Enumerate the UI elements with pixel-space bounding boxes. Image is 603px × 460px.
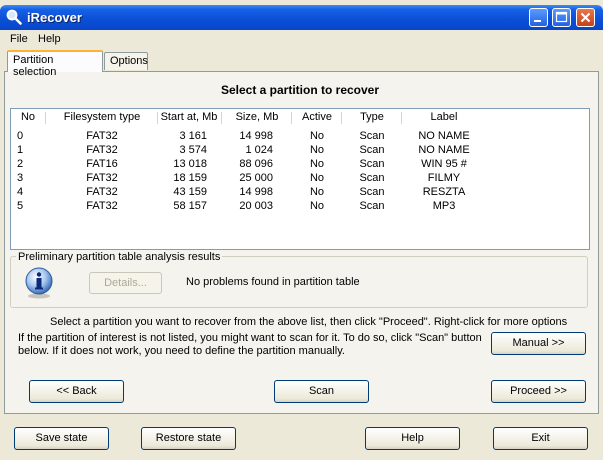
column-header-type[interactable]: Type xyxy=(343,109,401,126)
table-row[interactable]: 2 FAT16 13 018 88 096 No Scan WIN 95 # xyxy=(11,157,589,171)
column-header-filesystem[interactable]: Filesystem type xyxy=(47,109,157,126)
magnifier-icon xyxy=(6,9,22,25)
minimize-button[interactable] xyxy=(529,8,548,27)
maximize-icon xyxy=(555,11,568,23)
exit-button[interactable]: Exit xyxy=(493,427,588,450)
cell-label: WIN 95 # xyxy=(421,158,467,170)
column-separator xyxy=(157,112,158,124)
cell-size: 25 000 xyxy=(239,172,273,184)
cell-filesystem: FAT32 xyxy=(86,144,118,156)
column-separator xyxy=(45,112,46,124)
cell-label: RESZTA xyxy=(422,186,466,198)
help-button[interactable]: Help xyxy=(365,427,460,450)
panel-heading: Select a partition to recover xyxy=(220,83,380,97)
column-separator xyxy=(401,112,402,124)
title-bar[interactable]: iRecover xyxy=(0,5,603,30)
cell-active: No xyxy=(309,130,325,142)
table-row[interactable]: 3 FAT32 18 159 25 000 No Scan FILMY xyxy=(11,171,589,185)
cell-no: 1 xyxy=(17,144,24,156)
cell-no: 4 xyxy=(17,186,24,198)
cell-start: 3 161 xyxy=(179,130,207,142)
cell-start: 43 159 xyxy=(173,186,207,198)
cell-size: 88 096 xyxy=(239,158,273,170)
cell-label: FILMY xyxy=(427,172,461,184)
tab-strip: Partition selection Options xyxy=(0,50,603,78)
cell-start: 58 157 xyxy=(173,200,207,212)
cell-size: 14 998 xyxy=(239,186,273,198)
cell-active: No xyxy=(309,186,325,198)
instruction-line-1: Select a partition you want to recover f… xyxy=(50,316,568,328)
cell-type: Scan xyxy=(359,158,385,170)
cell-label: NO NAME xyxy=(418,144,470,156)
info-icon xyxy=(25,267,53,299)
save-state-button[interactable]: Save state xyxy=(14,427,109,450)
cell-label: MP3 xyxy=(432,200,456,212)
column-separator xyxy=(221,112,222,124)
cell-type: Scan xyxy=(359,130,385,142)
close-icon xyxy=(580,12,591,23)
cell-start: 13 018 xyxy=(173,158,207,170)
cell-filesystem: FAT32 xyxy=(86,200,118,212)
menu-help[interactable]: Help xyxy=(38,33,61,45)
analysis-message: No problems found in partition table xyxy=(186,276,360,288)
table-row[interactable]: 1 FAT32 3 574 1 024 No Scan NO NAME xyxy=(11,143,589,157)
main-window: iRecover File Help Partition selection O… xyxy=(0,0,603,460)
cell-no: 2 xyxy=(17,158,24,170)
cell-filesystem: FAT32 xyxy=(86,186,118,198)
cell-active: No xyxy=(309,200,325,212)
column-separator xyxy=(291,112,292,124)
maximize-button[interactable] xyxy=(552,8,571,27)
scan-button[interactable]: Scan xyxy=(274,380,369,403)
column-header-active[interactable]: Active xyxy=(293,109,341,126)
table-row[interactable]: 4 FAT32 43 159 14 998 No Scan RESZTA xyxy=(11,185,589,199)
partition-list[interactable]: No Filesystem type Start at, Mb Size, Mb… xyxy=(10,108,590,250)
cell-size: 14 998 xyxy=(239,130,273,142)
cell-no: 0 xyxy=(17,130,24,142)
back-button[interactable]: << Back xyxy=(29,380,124,403)
proceed-button[interactable]: Proceed >> xyxy=(491,380,586,403)
cell-filesystem: FAT32 xyxy=(86,130,118,142)
cell-type: Scan xyxy=(359,144,385,156)
restore-state-button[interactable]: Restore state xyxy=(141,427,236,450)
cell-label: NO NAME xyxy=(418,130,470,142)
menu-bar: File Help xyxy=(0,30,603,49)
cell-start: 3 574 xyxy=(179,144,207,156)
instruction-line-2: If the partition of interest is not list… xyxy=(18,332,482,344)
cell-size: 1 024 xyxy=(245,144,273,156)
cell-filesystem: FAT32 xyxy=(86,172,118,184)
cell-no: 3 xyxy=(17,172,24,184)
cell-type: Scan xyxy=(359,186,385,198)
cell-filesystem: FAT16 xyxy=(86,158,118,170)
cell-start: 18 159 xyxy=(173,172,207,184)
tab-partition-selection[interactable]: Partition selection xyxy=(7,50,103,78)
column-header-start[interactable]: Start at, Mb xyxy=(159,109,219,126)
cell-type: Scan xyxy=(359,200,385,212)
column-header-label[interactable]: Label xyxy=(403,109,485,126)
cell-active: No xyxy=(309,144,325,156)
menu-file[interactable]: File xyxy=(10,33,28,45)
details-button[interactable]: Details... xyxy=(89,272,162,294)
close-button[interactable] xyxy=(576,8,595,27)
column-header-size[interactable]: Size, Mb xyxy=(223,109,291,126)
table-row[interactable]: 5 FAT32 58 157 20 003 No Scan MP3 xyxy=(11,199,589,213)
column-header-no[interactable]: No xyxy=(13,109,43,126)
window-title: iRecover xyxy=(27,10,82,25)
minimize-icon xyxy=(534,20,541,22)
instruction-line-3: below. If it does not work, you need to … xyxy=(18,345,345,357)
tab-options[interactable]: Options xyxy=(104,52,148,70)
cell-active: No xyxy=(309,158,325,170)
cell-active: No xyxy=(309,172,325,184)
manual-button[interactable]: Manual >> xyxy=(491,332,586,355)
column-separator xyxy=(341,112,342,124)
table-row[interactable]: 0 FAT32 3 161 14 998 No Scan NO NAME xyxy=(11,129,589,143)
cell-no: 5 xyxy=(17,200,24,212)
cell-size: 20 003 xyxy=(239,200,273,212)
cell-type: Scan xyxy=(359,172,385,184)
analysis-group-title: Preliminary partition table analysis res… xyxy=(16,251,223,263)
